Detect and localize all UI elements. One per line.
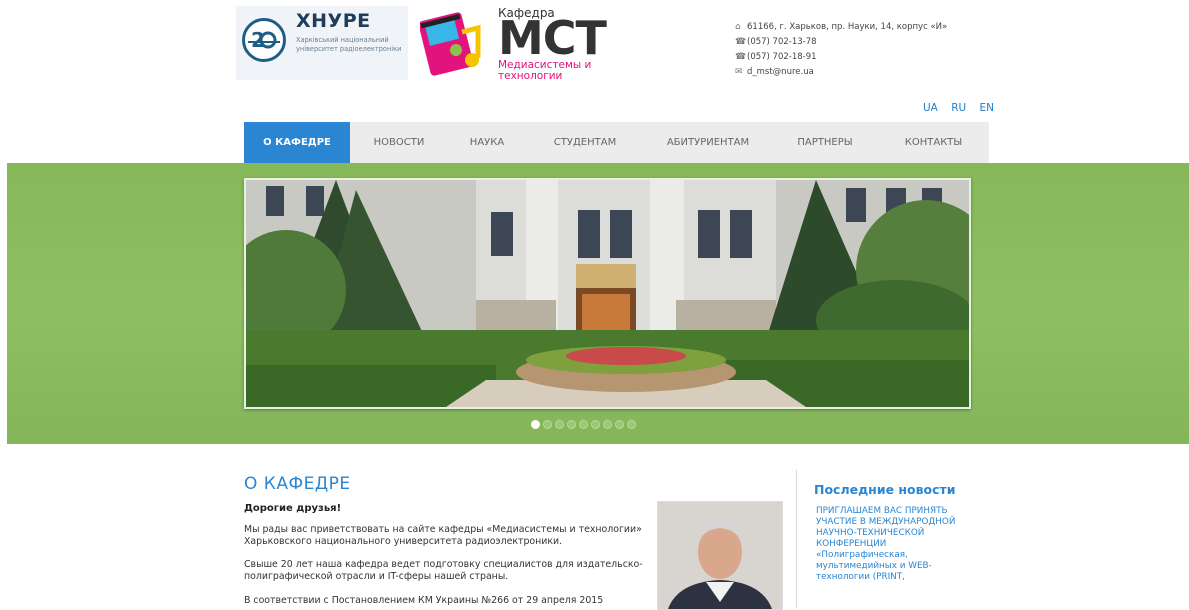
mst-abbreviation: МСТ xyxy=(498,11,607,65)
mst-subtitle: Медиасистемы и технологии xyxy=(498,59,592,82)
lang-ru-link[interactable]: RU xyxy=(951,102,966,114)
news-heading: Последние новости xyxy=(814,482,956,497)
department-head-photo xyxy=(657,501,783,610)
film-music-icon xyxy=(418,10,486,76)
nav-item-news[interactable]: НОВОСТИ xyxy=(350,122,448,163)
phone-row-2: ☎(057) 702-18-91 xyxy=(735,50,947,65)
main-nav: О КАФЕДРЕ НОВОСТИ НАУКА СТУДЕНТАМ АБИТУР… xyxy=(244,122,989,163)
address-text: 61166, г. Харьков, пр. Науки, 14, корпус… xyxy=(747,22,948,32)
about-paragraph-1: Мы рады вас приветствовать на сайте кафе… xyxy=(244,524,642,547)
university-building-photo xyxy=(246,180,969,407)
phone-icon: ☎ xyxy=(735,37,747,47)
language-switcher: UA RU EN xyxy=(918,102,994,114)
nav-item-applicants[interactable]: АБИТУРИЕНТАМ xyxy=(644,122,772,163)
about-paragraph-3: В соответствии с Постановлением КМ Украи… xyxy=(244,595,604,606)
nav-item-contacts[interactable]: КОНТАКТЫ xyxy=(878,122,989,163)
home-icon: ⌂ xyxy=(735,22,741,32)
header-contacts: ⌂ 61166, г. Харьков, пр. Науки, 14, корпу… xyxy=(735,20,947,80)
nav-item-science[interactable]: НАУКА xyxy=(448,122,526,163)
email-link[interactable]: d_mst@nure.ua xyxy=(747,67,814,77)
khnure-title: ХНУРЕ xyxy=(296,10,371,32)
slider-dot[interactable] xyxy=(555,420,564,429)
slider-dot[interactable] xyxy=(603,420,612,429)
slider-dot[interactable] xyxy=(543,420,552,429)
about-heading: О КАФЕДРЕ xyxy=(244,474,351,494)
content-divider xyxy=(796,470,797,608)
slider-dot[interactable] xyxy=(591,420,600,429)
nav-item-partners[interactable]: ПАРТНЕРЫ xyxy=(772,122,878,163)
mail-icon: ✉ xyxy=(735,67,743,77)
lang-en-link[interactable]: EN xyxy=(980,102,995,114)
khnure-logo[interactable]: 2 ХНУРЕ Харківський національний універс… xyxy=(236,6,408,80)
khnure-emblem-icon: 2 xyxy=(242,18,286,62)
lang-ua-link[interactable]: UA xyxy=(923,102,938,114)
phone-text-1: (057) 702-13-78 xyxy=(747,37,817,47)
phone-text-2: (057) 702-18-91 xyxy=(747,52,817,62)
slider-dot[interactable] xyxy=(579,420,588,429)
greeting-text: Дорогие друзья! xyxy=(244,503,342,514)
slider-dot[interactable] xyxy=(627,420,636,429)
phone-row-1: ☎(057) 702-13-78 xyxy=(735,35,947,50)
slider-image[interactable] xyxy=(244,178,971,409)
slider-pagination xyxy=(531,420,636,429)
email-row[interactable]: ✉ d_mst@nure.ua xyxy=(735,65,947,80)
news-item-link[interactable]: ПРИГЛАШАЕМ ВАС ПРИНЯТЬ УЧАСТИЕ В МЕЖДУНА… xyxy=(816,506,966,583)
address-row: ⌂ 61166, г. Харьков, пр. Науки, 14, корпу… xyxy=(735,20,947,35)
khnure-subtitle: Харківський національний університет рад… xyxy=(296,36,402,53)
slider-dot[interactable] xyxy=(567,420,576,429)
mst-logo[interactable]: Кафедра МСТ Медиасистемы и технологии xyxy=(418,4,607,84)
slider-dot[interactable] xyxy=(531,420,540,429)
phone-icon: ☎ xyxy=(735,52,747,62)
nav-item-students[interactable]: СТУДЕНТАМ xyxy=(526,122,644,163)
about-paragraph-2: Свыше 20 лет наша кафедра ведет подготов… xyxy=(244,559,643,582)
nav-item-about[interactable]: О КАФЕДРЕ xyxy=(244,122,350,163)
svg-text:2: 2 xyxy=(251,28,265,52)
slider-dot[interactable] xyxy=(615,420,624,429)
